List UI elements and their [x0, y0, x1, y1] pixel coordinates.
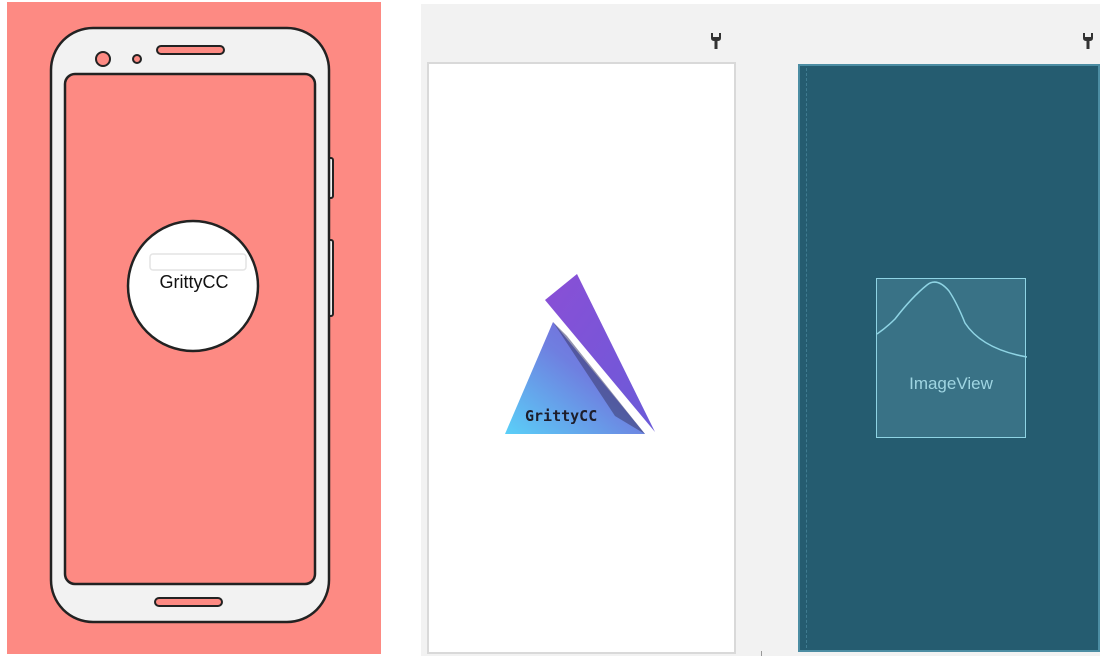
- app-name-label: GrittyCC: [159, 272, 229, 292]
- wrench-icon[interactable]: [709, 32, 723, 50]
- wrench-icon[interactable]: [1081, 32, 1095, 50]
- image-placeholder-icon: [877, 281, 1027, 358]
- grittycc-logo: GrittyCC: [505, 274, 655, 434]
- imageview-placeholder[interactable]: ImageView: [876, 278, 1027, 438]
- phone-mockup-panel: GrittyCC: [7, 2, 381, 654]
- blueprint-preview[interactable]: ImageView: [798, 64, 1100, 652]
- layout-editor: GrittyCC ImageView: [421, 4, 1100, 656]
- design-preview[interactable]: GrittyCC: [427, 62, 736, 654]
- divider-tick: [761, 651, 762, 656]
- imageview-label: ImageView: [909, 374, 993, 393]
- phone-outline: [49, 26, 334, 624]
- logo-text: GrittyCC: [525, 407, 597, 425]
